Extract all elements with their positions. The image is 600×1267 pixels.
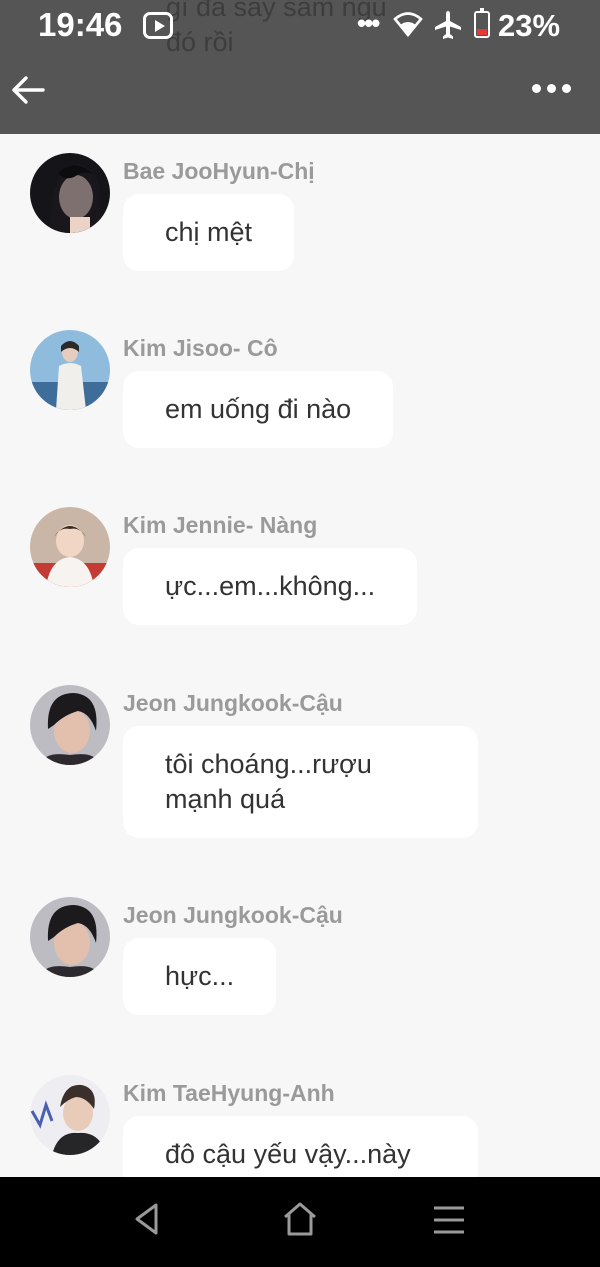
wifi-icon [393, 12, 423, 37]
sender-name: Kim TaeHyung-Anh [123, 1080, 335, 1106]
status-bar: 19:46 ••• 23% [0, 0, 600, 52]
battery-percent: 23% [498, 8, 561, 43]
nav-back-icon[interactable] [131, 1199, 163, 1239]
more-options-icon[interactable] [532, 80, 582, 100]
airplane-icon [435, 11, 461, 39]
message-bubble[interactable]: em uống đi nào [123, 371, 394, 448]
nav-menu-icon[interactable] [431, 1199, 467, 1239]
avatar[interactable] [30, 153, 110, 233]
avatar[interactable] [30, 1075, 110, 1155]
status-time: 19:46 [38, 6, 123, 43]
battery-icon [474, 8, 490, 38]
message-bubble[interactable]: hực... [123, 938, 277, 1015]
chat-list: Bae JooHyun-Chị chị mệt Kim Jisoo- Cô em… [0, 134, 600, 1177]
sender-name: Jeon Jungkook-Cậu [123, 690, 343, 716]
message-bubble[interactable]: đô cậu yếu vậy...này [123, 1116, 478, 1177]
nav-home-icon[interactable] [281, 1199, 319, 1239]
more-dots-icon: ••• [357, 8, 380, 38]
youtube-icon [143, 12, 173, 39]
avatar[interactable] [30, 685, 110, 765]
sender-name: Kim Jennie- Nàng [123, 512, 318, 538]
message-bubble[interactable]: tôi choáng...rượu mạnh quá [123, 726, 478, 838]
message-bubble[interactable]: ực...em...không... [123, 548, 418, 625]
message-bubble[interactable]: chị mệt [123, 194, 295, 271]
sender-name: Bae JooHyun-Chị [123, 158, 315, 184]
sender-name: Jeon Jungkook-Cậu [123, 902, 343, 928]
avatar[interactable] [30, 507, 110, 587]
back-arrow-icon[interactable] [10, 72, 46, 108]
app-header: gì đã say sấm ngủ đó rồi 19:46 ••• 23% [0, 0, 600, 134]
avatar[interactable] [30, 330, 110, 410]
sender-name: Kim Jisoo- Cô [123, 335, 278, 361]
avatar[interactable] [30, 897, 110, 977]
system-nav-bar [0, 1177, 600, 1267]
